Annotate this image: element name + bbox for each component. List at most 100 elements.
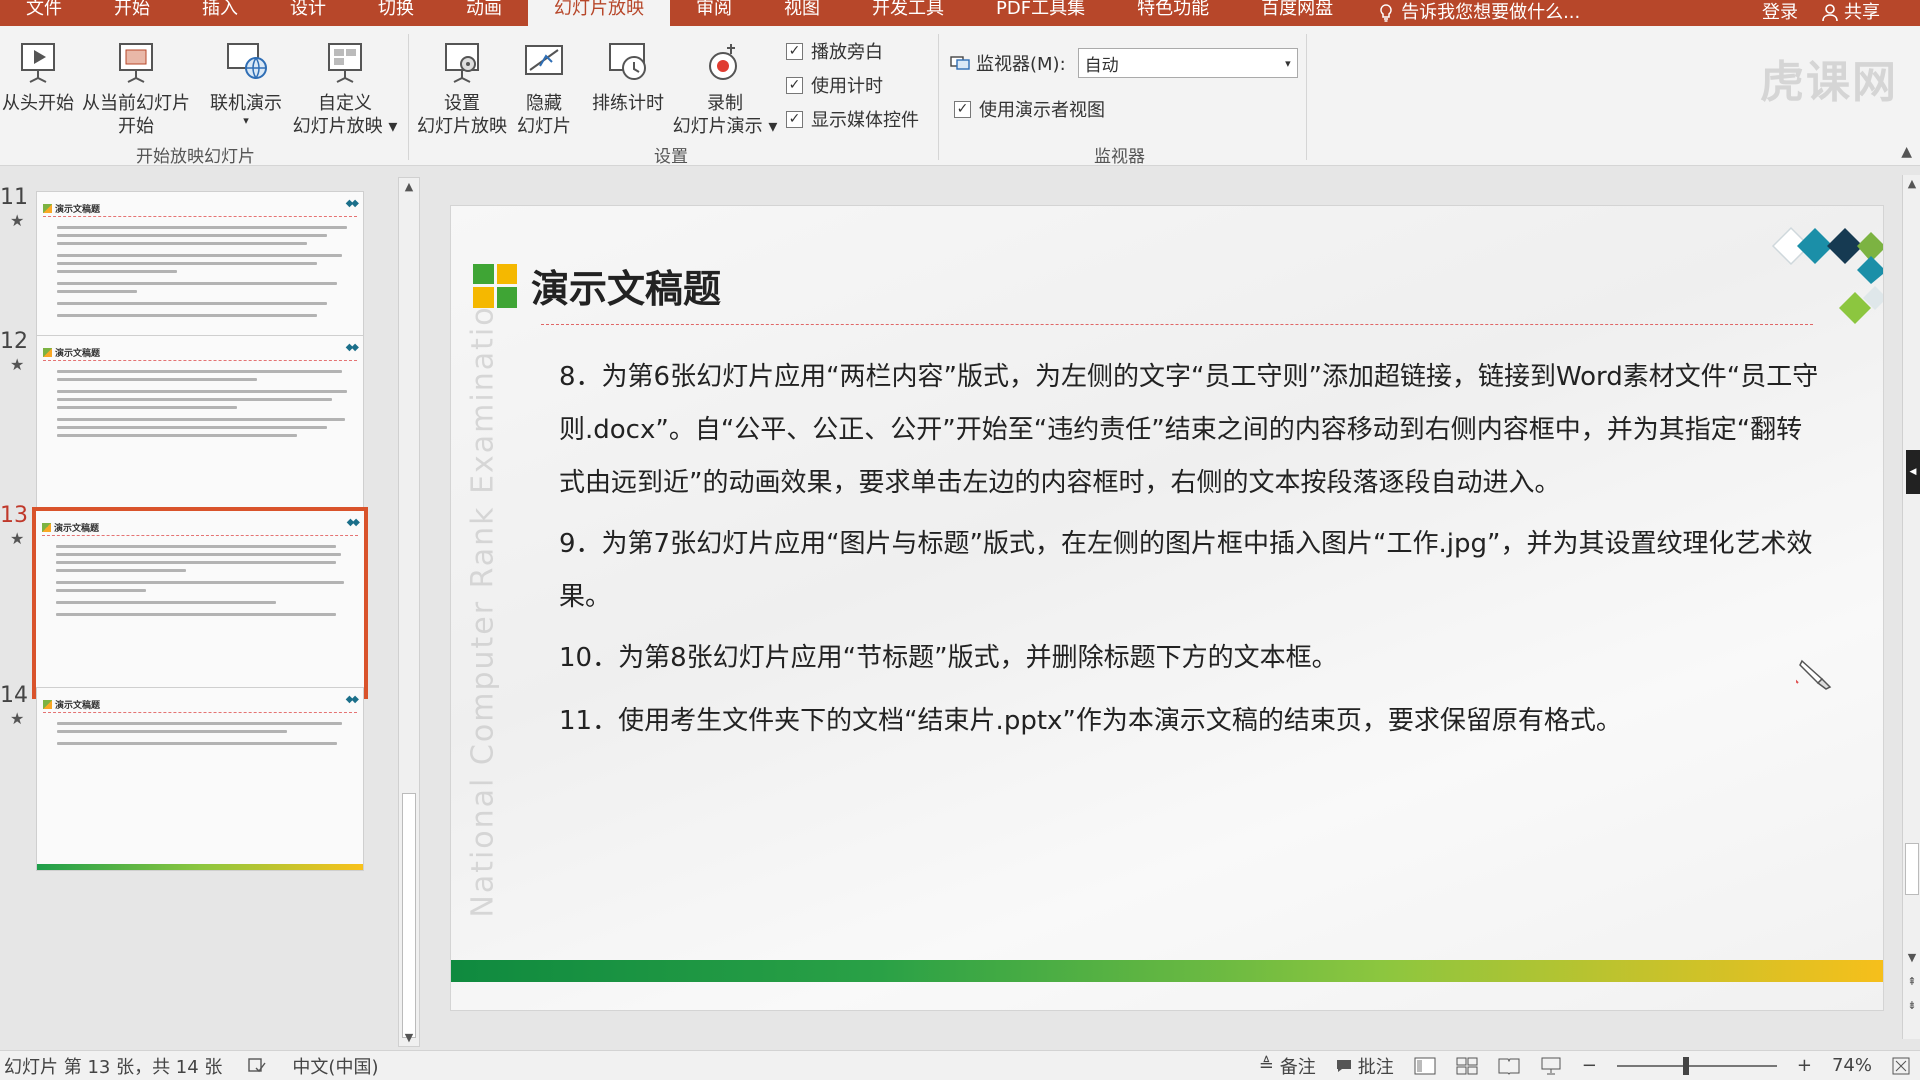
tab-features[interactable]: 特色功能	[1111, 0, 1235, 26]
tab-view[interactable]: 视图	[758, 0, 846, 26]
presenter-view-label: 使用演示者视图	[979, 100, 1105, 121]
tab-design[interactable]: 设计	[264, 0, 352, 26]
from-current-button[interactable]: 从当前幻灯片 开始	[80, 34, 192, 138]
from-current-label-1: 从当前幻灯片	[82, 93, 190, 114]
side-panel-toggle-icon[interactable]: ◀	[1906, 450, 1920, 494]
spellcheck-icon[interactable]	[248, 1057, 266, 1074]
tab-transitions[interactable]: 切换	[352, 0, 440, 26]
custom-slideshow-button[interactable]: 自定义 幻灯片放映 ▾	[292, 34, 398, 138]
current-slide[interactable]: National Computer Rank Examination 演示文稿题…	[450, 205, 1884, 1011]
scroll-up-icon[interactable]: ▲	[1903, 177, 1920, 190]
use-timings-label: 使用计时	[811, 76, 883, 97]
diamond-decoration-icon: ◆◆	[345, 694, 359, 705]
language-indicator[interactable]: 中文(中国)	[292, 1053, 378, 1079]
group-label-setup: 设置	[654, 147, 688, 167]
thumb-text-line	[56, 613, 336, 616]
rehearse-label: 排练计时	[592, 93, 664, 114]
monitor-select-value: 自动	[1084, 55, 1119, 76]
comments-label: 批注	[1357, 1056, 1394, 1078]
tab-slideshow[interactable]: 幻灯片放映	[528, 0, 670, 26]
thumb-text-line	[57, 270, 177, 273]
previous-slide-icon[interactable]: ⇞	[1903, 975, 1920, 988]
tell-me-text: 告诉我您想要做什么...	[1401, 2, 1581, 23]
thumb-text-line	[57, 226, 347, 229]
tab-pdf-tools[interactable]: PDF工具集	[970, 0, 1111, 26]
scroll-down-icon[interactable]: ▼	[1903, 951, 1920, 964]
normal-view-icon[interactable]	[1414, 1057, 1436, 1075]
share-button[interactable]: 共享	[1822, 4, 1880, 22]
tell-me-box[interactable]: 告诉我您想要做什么...	[1359, 0, 1580, 26]
thumb-title: 演示文稿题	[43, 202, 100, 215]
group-label-monitor: 监视器	[1094, 147, 1145, 167]
thumb-title: 演示文稿题	[43, 346, 100, 359]
hide-slide-button[interactable]: 隐藏 幻灯片	[512, 34, 576, 138]
thumb-number: 13	[0, 503, 28, 528]
slideshow-view-icon[interactable]	[1540, 1057, 1562, 1075]
tab-review[interactable]: 审阅	[670, 0, 758, 26]
slide-counter: 幻灯片 第 13 张，共 14 张	[4, 1056, 223, 1078]
group-separator	[1306, 34, 1307, 160]
online-dropdown-caret: ▾	[243, 114, 249, 127]
slide-sorter-view-icon[interactable]	[1456, 1057, 1478, 1075]
ribbon-slideshow: 从头开始 从当前幻灯片 开始 联机演示 ▾ 自定义 幻灯片放映 ▾ 开始放映幻灯…	[0, 26, 1920, 167]
thumb-text-line	[57, 378, 257, 381]
scrollbar-thumb[interactable]	[402, 793, 416, 1038]
slide-thumbnail-13[interactable]: 演示文稿题 ◆◆	[32, 507, 368, 699]
tab-developer[interactable]: 开发工具	[846, 0, 970, 26]
record-icon	[709, 44, 737, 80]
hide-slide-label-2: 幻灯片	[517, 116, 571, 137]
reading-view-icon[interactable]	[1498, 1057, 1520, 1075]
scroll-up-icon[interactable]: ▲	[399, 180, 419, 193]
setup-slideshow-button[interactable]: 设置 幻灯片放映	[414, 34, 510, 138]
record-label-2: 幻灯片演示 ▾	[672, 116, 778, 137]
tab-animations[interactable]: 动画	[440, 0, 528, 26]
monitor-select[interactable]: 自动 ▾	[1077, 48, 1298, 78]
online-present-button[interactable]: 联机演示 ▾	[204, 34, 288, 127]
show-media-controls-checkbox[interactable]: ✓ 显示媒体控件	[786, 106, 919, 132]
scrollbar-thumb[interactable]	[1905, 843, 1919, 895]
from-beginning-button[interactable]: 从头开始	[0, 34, 76, 115]
tab-insert[interactable]: 插入	[176, 0, 264, 26]
zoom-slider[interactable]	[1616, 1056, 1777, 1075]
slide-thumbnail-14[interactable]: 演示文稿题 ◆◆	[36, 687, 364, 871]
slide-title[interactable]: 演示文稿题	[531, 258, 721, 313]
fit-to-window-icon[interactable]	[1892, 1057, 1910, 1075]
thumb-text-line	[57, 234, 327, 237]
checkbox-checked-icon: ✓	[954, 100, 971, 118]
online-globe-icon	[227, 43, 267, 79]
scroll-down-icon[interactable]: ▼	[399, 1031, 419, 1044]
slide-scrollbar[interactable]: ▲ ▼ ⇞ ⇟	[1902, 175, 1920, 1039]
comments-button[interactable]: 批注	[1336, 1053, 1394, 1079]
thumb-text-line	[57, 418, 345, 421]
custom-show-icon	[328, 43, 362, 83]
zoom-slider-knob[interactable]	[1682, 1056, 1689, 1075]
thumb-text-line	[57, 282, 337, 285]
notes-button[interactable]: ≜ 备注	[1259, 1053, 1316, 1079]
diamond-decoration-icon	[1771, 226, 1883, 324]
zoom-level[interactable]: 74%	[1832, 1055, 1872, 1076]
zoom-out-button[interactable]: −	[1582, 1055, 1597, 1076]
tab-baidu-netdisk[interactable]: 百度网盘	[1235, 0, 1359, 26]
custom-show-label-text: 幻灯片放映	[292, 116, 383, 137]
zoom-in-button[interactable]: +	[1797, 1055, 1812, 1076]
slide-thumbnail-12[interactable]: 演示文稿题 ◆◆	[36, 335, 364, 519]
logo-icon	[43, 348, 52, 357]
thumb-number: 11	[0, 185, 28, 210]
use-timings-checkbox[interactable]: ✓ 使用计时	[786, 72, 883, 98]
login-link[interactable]: 登录	[1762, 4, 1798, 22]
thumbnails-scrollbar[interactable]: ▲ ▼	[398, 177, 420, 1047]
record-slideshow-button[interactable]: 录制 幻灯片演示 ▾	[670, 34, 780, 138]
tab-home[interactable]: 开始	[88, 0, 176, 26]
next-slide-icon[interactable]: ⇟	[1903, 999, 1920, 1012]
rehearse-timings-button[interactable]: 排练计时	[586, 34, 670, 115]
record-label-text: 幻灯片演示	[672, 116, 763, 137]
use-presenter-view-checkbox[interactable]: ✓ 使用演示者视图	[954, 96, 1105, 122]
question-11: 11．使用考生文件夹下的文档“结束片.pptx”作为本演示文稿的结束页，要求保留…	[559, 706, 1622, 736]
notes-label: 备注	[1279, 1056, 1316, 1078]
slide-content-textbox[interactable]: 8．为第6张幻灯片应用“两栏内容”版式，为左侧的文字“员工守则”添加超链接，链接…	[559, 351, 1819, 756]
collapse-ribbon-icon[interactable]: ▲	[1901, 144, 1912, 160]
tab-file[interactable]: 文件	[0, 0, 88, 26]
show-media-controls-label: 显示媒体控件	[811, 110, 919, 131]
play-narrations-checkbox[interactable]: ✓ 播放旁白	[786, 38, 883, 64]
person-icon	[1822, 4, 1838, 22]
